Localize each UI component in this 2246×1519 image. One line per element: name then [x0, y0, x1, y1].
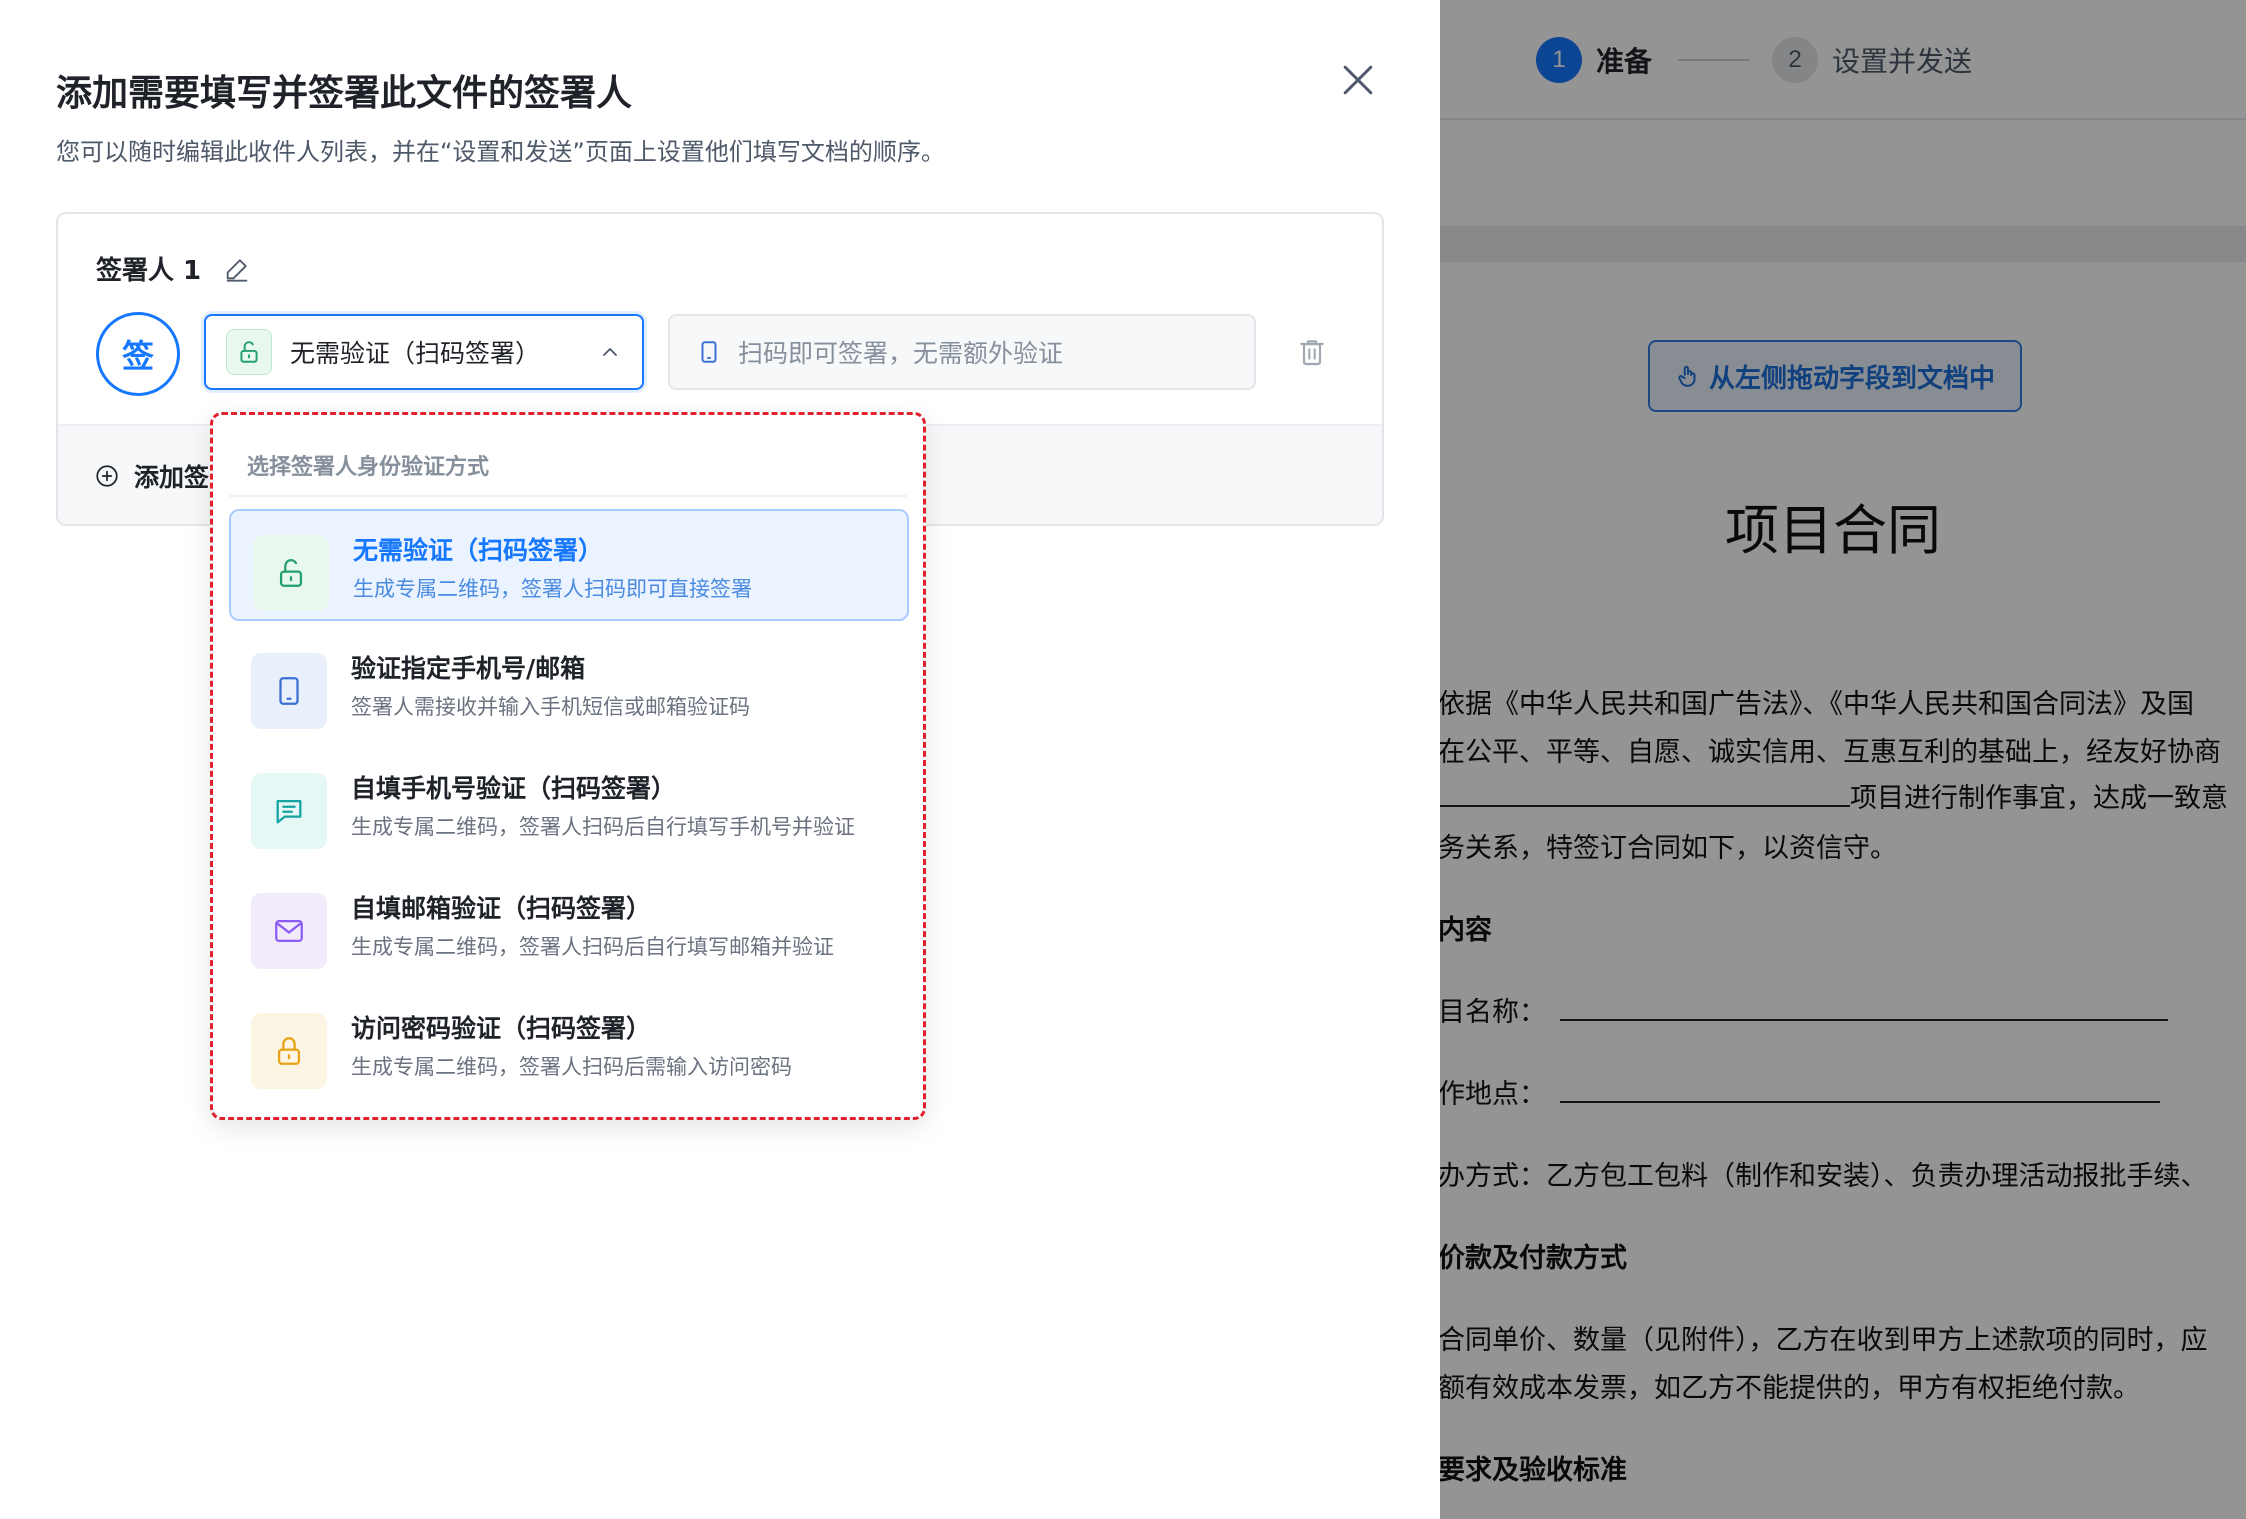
mail-icon	[275, 919, 303, 943]
dropdown-divider	[229, 495, 907, 497]
option-title: 自填手机号验证（扫码签署）	[351, 774, 677, 803]
add-signer-label: 添加签	[134, 463, 210, 492]
add-signers-modal: 添加需要填写并签署此文件的签署人 您可以随时编辑此收件人列表，并在“设置和发送”…	[0, 0, 1440, 1519]
verification-method-value: 无需验证（扫码签署）	[290, 339, 541, 368]
add-signer-button[interactable]: 添加签	[94, 458, 209, 494]
verification-hint-field: 扫码即可签署，无需额外验证	[668, 314, 1256, 390]
verification-hint-text: 扫码即可签署，无需额外验证	[738, 339, 1064, 368]
option-no-verification[interactable]: 无需验证（扫码签署） 生成专属二维码，签署人扫码即可直接签署	[229, 509, 909, 621]
verify-method-icon-box	[226, 329, 272, 375]
option-description: 生成专属二维码，签署人扫码后自行填写手机号并验证	[351, 815, 855, 839]
modal-title: 添加需要填写并签署此文件的签署人	[56, 73, 633, 114]
edit-icon[interactable]	[223, 255, 251, 283]
modal-backdrop[interactable]	[1440, 0, 2246, 1519]
option-access-password[interactable]: 访问密码验证（扫码签署） 生成专属二维码，签署人扫码后需输入访问密码	[229, 989, 909, 1101]
phone-icon	[279, 677, 299, 705]
option-self-fill-phone[interactable]: 自填手机号验证（扫码签署） 生成专属二维码，签署人扫码后自行填写手机号并验证	[229, 749, 909, 861]
verification-method-select[interactable]: 无需验证（扫码签署）	[204, 314, 644, 390]
option-description: 生成专属二维码，签署人扫码即可直接签署	[353, 577, 752, 601]
option-specified-phone-email[interactable]: 验证指定手机号/邮箱 签署人需接收并输入手机短信或邮箱验证码	[229, 629, 909, 741]
unlock-icon	[279, 559, 303, 587]
phone-icon	[701, 341, 717, 363]
option-title: 验证指定手机号/邮箱	[351, 654, 586, 683]
close-button[interactable]	[1336, 58, 1380, 102]
option-title: 无需验证（扫码签署）	[353, 536, 604, 565]
verification-method-dropdown: 选择签署人身份验证方式 无需验证（扫码签署） 生成专属二维码，签署人扫码即可直接…	[210, 412, 926, 1120]
signer-label: 签署人 1	[96, 250, 251, 287]
signer-name: 签署人 1	[96, 256, 202, 286]
unlock-icon	[240, 341, 258, 363]
lock-icon	[277, 1037, 301, 1065]
delete-signer-icon[interactable]	[1296, 336, 1328, 368]
option-icon-box	[251, 653, 327, 729]
option-icon-box	[251, 1013, 327, 1089]
option-description: 生成专属二维码，签署人扫码后自行填写邮箱并验证	[351, 935, 834, 959]
option-description: 签署人需接收并输入手机短信或邮箱验证码	[351, 695, 750, 719]
chevron-up-icon	[603, 348, 617, 356]
dropdown-header: 选择签署人身份验证方式	[247, 455, 490, 480]
option-title: 自填邮箱验证（扫码签署）	[351, 894, 652, 923]
message-icon	[276, 799, 302, 824]
signer-avatar: 签	[96, 312, 180, 396]
option-icon-box	[253, 535, 329, 611]
option-title: 访问密码验证（扫码签署）	[351, 1014, 652, 1043]
document-editor-background: 1 准备 2 设置并发送 从左侧拖动字段到文档中 项目合同 依据《中华人民共和国…	[1440, 0, 2246, 1519]
option-icon-box	[251, 893, 327, 969]
modal-subtitle: 您可以随时编辑此收件人列表，并在“设置和发送”页面上设置他们填写文档的顺序。	[56, 138, 945, 166]
option-description: 生成专属二维码，签署人扫码后需输入访问密码	[351, 1055, 792, 1079]
close-icon	[1343, 65, 1373, 95]
option-self-fill-email[interactable]: 自填邮箱验证（扫码签署） 生成专属二维码，签署人扫码后自行填写邮箱并验证	[229, 869, 909, 981]
plus-circle-icon	[96, 465, 118, 487]
option-icon-box	[251, 773, 327, 849]
